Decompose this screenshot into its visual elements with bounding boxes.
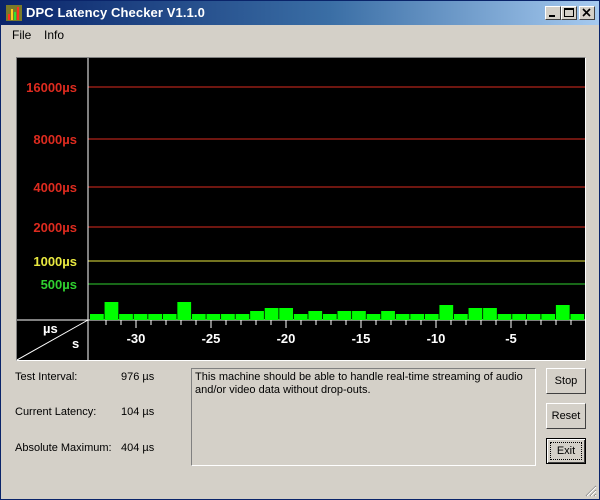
latency-bar bbox=[395, 314, 410, 320]
latency-bar bbox=[424, 314, 439, 320]
x-axis-label: -15 bbox=[352, 331, 371, 346]
latency-bar bbox=[497, 314, 512, 320]
test-interval-label: Test Interval: bbox=[15, 371, 78, 383]
close-icon bbox=[582, 8, 591, 17]
stop-button[interactable]: Stop bbox=[546, 368, 586, 394]
y-axis-label: 16000µs bbox=[26, 80, 77, 95]
menu-info[interactable]: Info bbox=[42, 28, 66, 42]
latency-bar bbox=[512, 314, 526, 320]
y-axis-label: 1000µs bbox=[33, 254, 77, 269]
latency-bar bbox=[104, 302, 119, 320]
corner-y-unit: µs bbox=[43, 321, 58, 336]
x-axis-label: -30 bbox=[127, 331, 146, 346]
stop-button-label: Stop bbox=[554, 375, 578, 387]
current-latency-label: Current Latency: bbox=[15, 406, 97, 418]
exit-button[interactable]: Exit bbox=[546, 438, 586, 464]
status-message-box: This machine should be able to handle re… bbox=[191, 368, 536, 466]
status-message: This machine should be able to handle re… bbox=[195, 371, 523, 396]
latency-bar bbox=[162, 314, 177, 320]
latency-bar bbox=[177, 302, 192, 320]
latency-bar bbox=[410, 314, 425, 320]
current-latency-value: 104 µs bbox=[121, 406, 155, 418]
latency-bar bbox=[293, 314, 308, 320]
latency-bar bbox=[541, 314, 556, 320]
reset-button-label: Reset bbox=[551, 410, 581, 422]
latency-bar bbox=[191, 314, 206, 320]
latency-bar bbox=[453, 314, 468, 320]
y-axis-label: 4000µs bbox=[33, 180, 77, 195]
reset-button[interactable]: Reset bbox=[546, 403, 586, 429]
menu-bar: File Info bbox=[1, 25, 599, 45]
latency-bar bbox=[322, 314, 337, 320]
title-bar[interactable]: DPC Latency Checker V1.1.0 bbox=[1, 1, 599, 25]
latency-bar bbox=[206, 314, 221, 320]
resize-grip-icon[interactable] bbox=[585, 485, 597, 497]
y-axis-label: 2000µs bbox=[33, 220, 77, 235]
latency-graph: 16000µs8000µs4000µs2000µs1000µs500µs µs … bbox=[16, 58, 585, 361]
latency-bar bbox=[468, 308, 483, 320]
latency-bar bbox=[308, 311, 323, 320]
app-window: DPC Latency Checker V1.1.0 File Info 160… bbox=[0, 0, 600, 500]
latency-bar bbox=[439, 305, 454, 320]
latency-bar bbox=[337, 311, 352, 320]
minimize-button[interactable] bbox=[545, 6, 561, 20]
test-interval-value: 976 µs bbox=[121, 371, 155, 383]
latency-bar bbox=[352, 311, 366, 320]
latency-bar bbox=[133, 314, 148, 320]
absolute-maximum-label: Absolute Maximum: bbox=[15, 442, 112, 454]
exit-focus-ring bbox=[550, 442, 582, 460]
latency-graph-frame: 16000µs 8000µs 4000µs 2000µs 1000µs 500µs µs … bbox=[16, 57, 586, 361]
window-title: DPC Latency Checker V1.1.0 bbox=[26, 5, 205, 20]
absolute-maximum-value: 404 µs bbox=[121, 442, 155, 454]
latency-bar bbox=[555, 305, 570, 320]
latency-bar bbox=[366, 314, 381, 320]
latency-bar bbox=[526, 314, 541, 320]
x-axis-label: -20 bbox=[277, 331, 296, 346]
x-axis-label: -5 bbox=[505, 331, 517, 346]
maximize-icon bbox=[564, 8, 574, 17]
app-bar-chart-icon bbox=[6, 5, 22, 21]
menu-file[interactable]: File bbox=[10, 28, 33, 42]
maximize-button[interactable] bbox=[561, 6, 577, 20]
latency-bar bbox=[483, 308, 497, 320]
y-axis-label: 8000µs bbox=[33, 132, 77, 147]
latency-bar bbox=[235, 314, 250, 320]
latency-bar bbox=[279, 308, 294, 320]
latency-bar bbox=[570, 314, 585, 320]
minimize-icon bbox=[549, 15, 555, 17]
y-axis-label: 500µs bbox=[41, 277, 77, 292]
latency-bar bbox=[250, 311, 264, 320]
x-axis-label: -10 bbox=[427, 331, 446, 346]
latency-bar bbox=[264, 308, 279, 320]
latency-bar bbox=[90, 314, 104, 320]
corner-x-unit: s bbox=[72, 336, 79, 351]
x-axis-label: -25 bbox=[202, 331, 221, 346]
latency-bar bbox=[148, 314, 162, 320]
close-button[interactable] bbox=[579, 6, 595, 20]
latency-bar bbox=[119, 314, 133, 320]
latency-bar bbox=[381, 311, 395, 320]
latency-bar bbox=[221, 314, 235, 320]
